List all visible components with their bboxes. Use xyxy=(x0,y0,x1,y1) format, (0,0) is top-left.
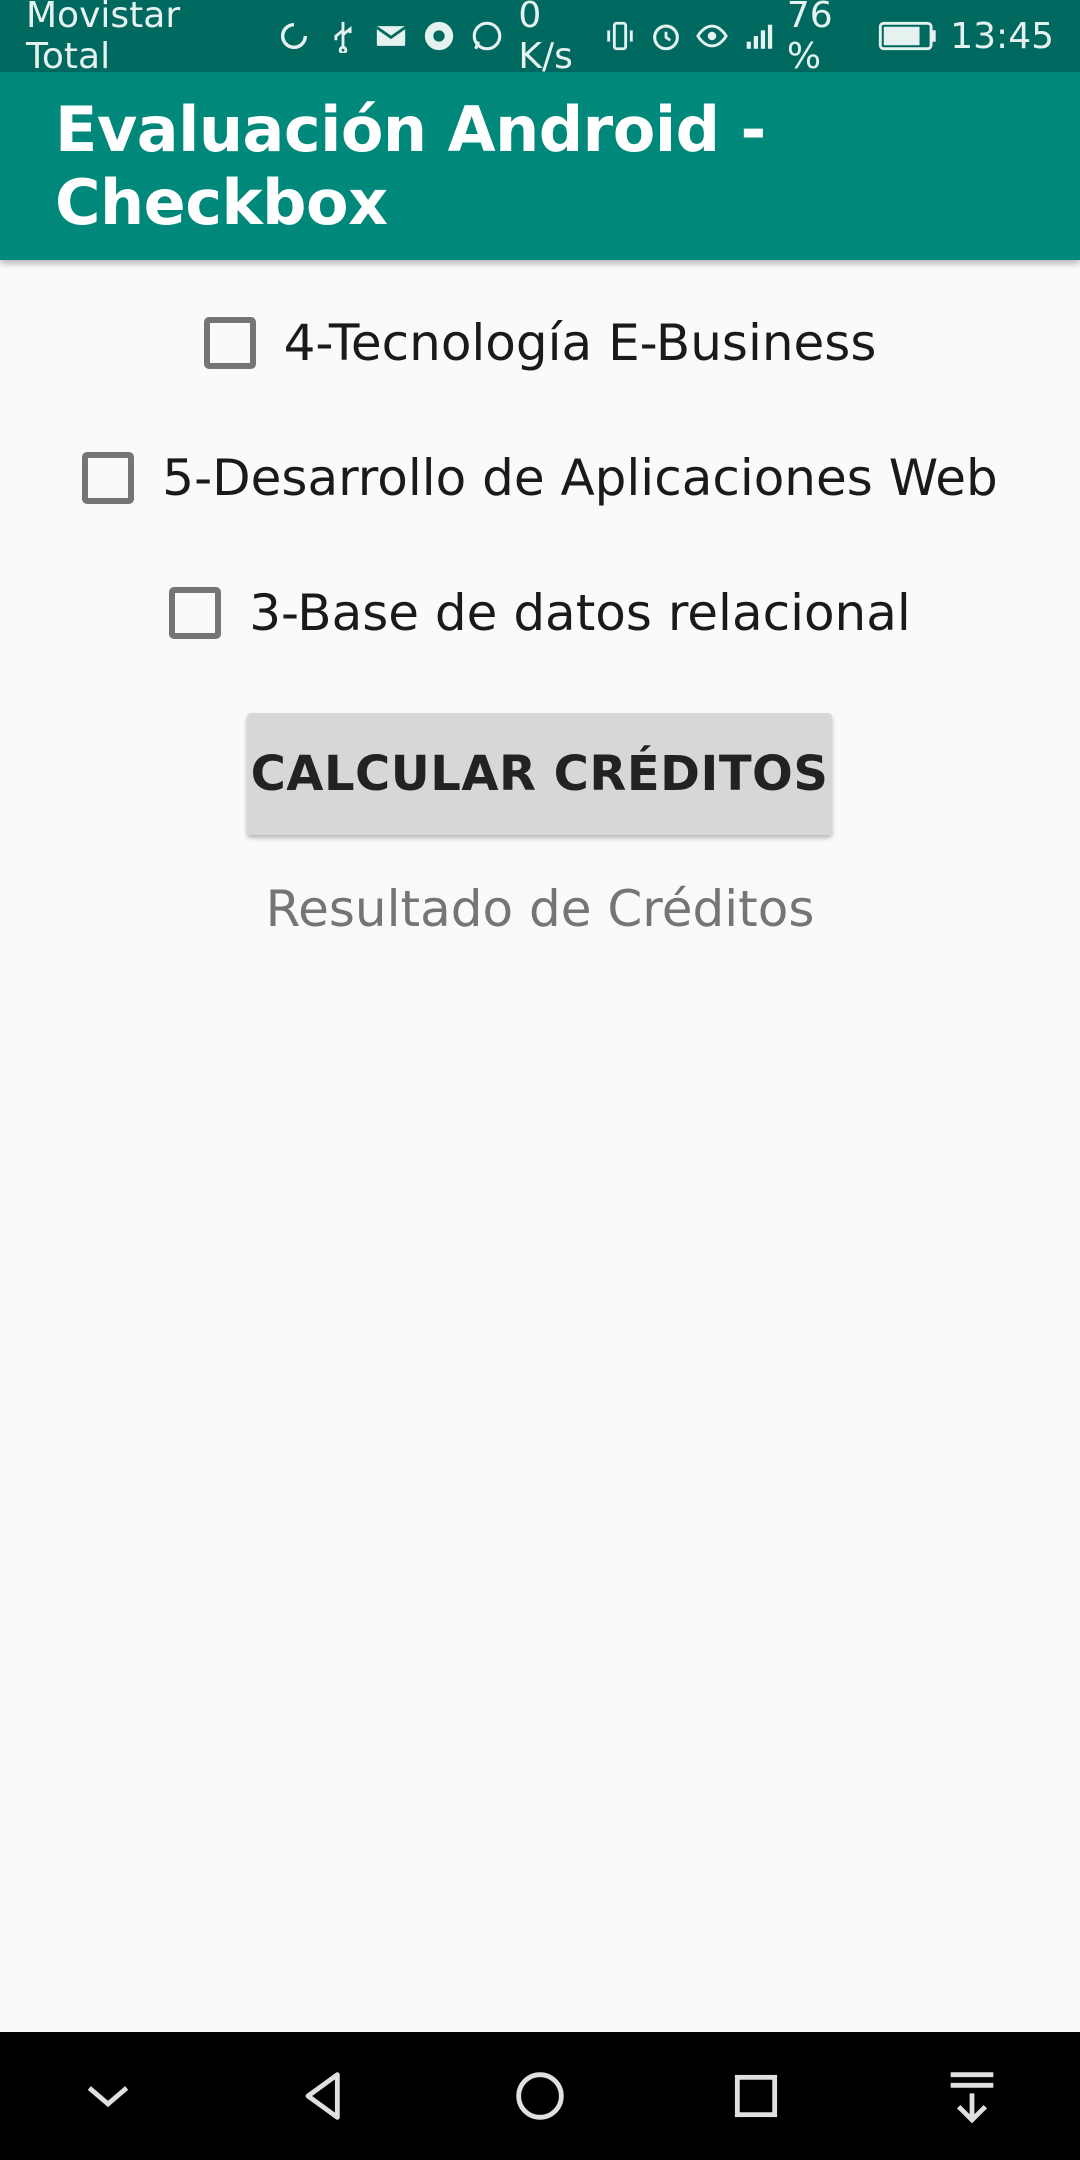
carrier-name: Movistar Total xyxy=(26,0,181,77)
sync-icon xyxy=(277,18,311,54)
checkbox-square[interactable] xyxy=(203,317,256,369)
status-right: 76 % 13:45 xyxy=(603,0,1054,77)
battery-percent: 76 % xyxy=(786,0,833,77)
navigation-bar xyxy=(0,2032,1080,2160)
checkbox-base-datos[interactable]: 3-Base de datos relacional xyxy=(0,563,1080,663)
vibrate-icon xyxy=(603,18,637,54)
clock-time: 13:45 xyxy=(950,15,1054,57)
recents-icon xyxy=(734,2074,778,2118)
result-text: Resultado de Créditos xyxy=(265,880,815,938)
network-speed: 0 K/s xyxy=(518,0,573,77)
mail-icon xyxy=(374,18,408,54)
checkbox-square[interactable] xyxy=(82,452,135,504)
eye-icon xyxy=(695,18,729,54)
collapse-icon xyxy=(87,2086,129,2108)
checkbox-label[interactable]: 5-Desarrollo de Aplicaciones Web xyxy=(162,449,997,507)
back-button[interactable] xyxy=(274,2046,374,2146)
chrome-icon xyxy=(422,18,456,54)
status-left: Movistar Total 0 K/s xyxy=(26,0,603,77)
app-bar: Evaluación Android - Checkbox xyxy=(0,72,1080,260)
whatsapp-icon xyxy=(470,18,504,54)
alarm-icon xyxy=(649,18,683,54)
screen: Movistar Total 0 K/s 76 % 13:45 Evaluaci… xyxy=(0,0,1080,2160)
checkbox-tecnologia-ebusiness[interactable]: 4-Tecnología E-Business xyxy=(0,293,1080,393)
status-bar: Movistar Total 0 K/s 76 % 13:45 xyxy=(0,0,1080,77)
usb-icon xyxy=(326,18,360,54)
calcular-creditos-button[interactable]: CALCULAR CRÉDITOS xyxy=(247,713,832,835)
recents-button[interactable] xyxy=(706,2046,806,2146)
battery-icon xyxy=(878,21,938,51)
home-icon xyxy=(516,2072,564,2120)
notifications-pull-button[interactable] xyxy=(922,2046,1022,2146)
back-icon xyxy=(305,2072,340,2120)
checkbox-desarrollo-web[interactable]: 5-Desarrollo de Aplicaciones Web xyxy=(0,428,1080,528)
checkbox-square[interactable] xyxy=(169,587,222,639)
checkbox-label[interactable]: 3-Base de datos relacional xyxy=(249,584,911,642)
notifications-pull-icon xyxy=(950,2072,994,2124)
checkbox-label[interactable]: 4-Tecnología E-Business xyxy=(284,314,877,372)
app-title: Evaluación Android - Checkbox xyxy=(55,93,766,239)
collapse-button[interactable] xyxy=(58,2046,158,2146)
signal-icon xyxy=(741,18,775,54)
home-button[interactable] xyxy=(490,2046,590,2146)
